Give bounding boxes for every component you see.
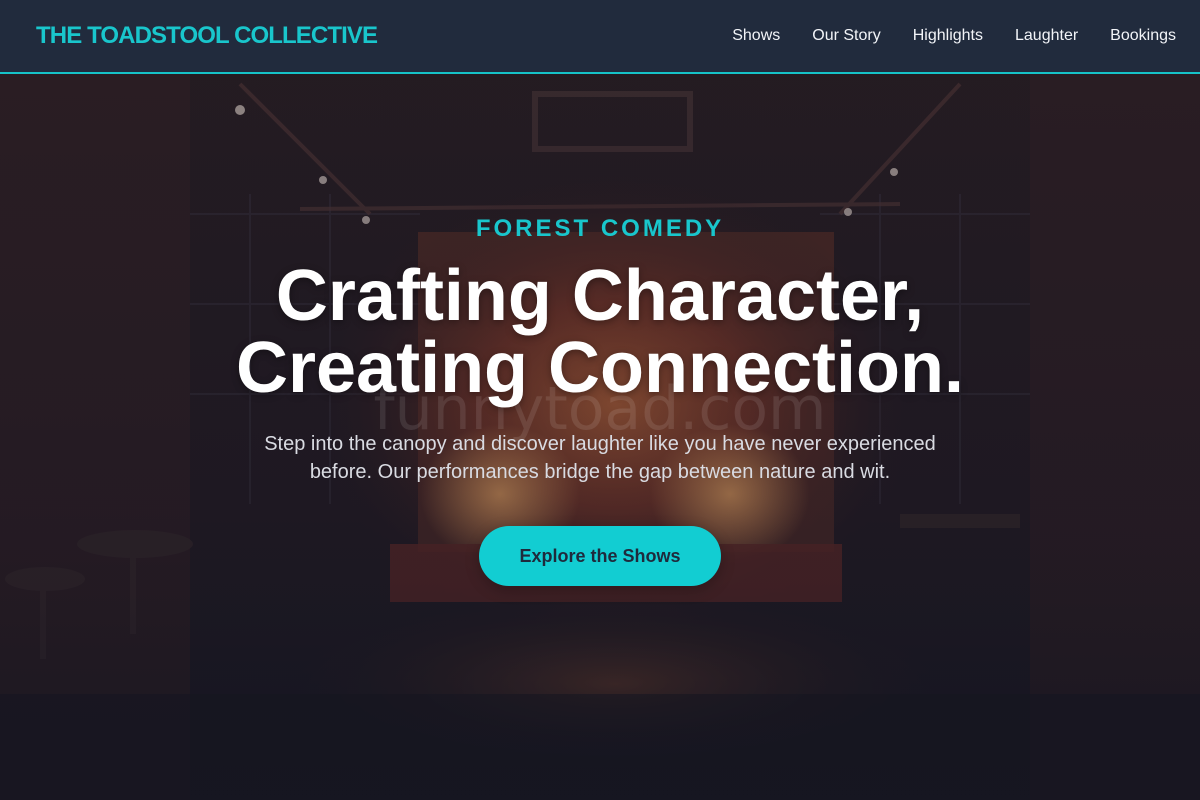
nav-item-bookings[interactable]: Bookings [1110,27,1176,45]
brand-logo-link[interactable]: THE TOADSTOOL COLLECTIVE [36,22,378,50]
hero-section: funnytoad.com FOREST COMEDY Crafting Cha… [0,74,1200,800]
explore-shows-button[interactable]: Explore the Shows [479,526,721,586]
nav-item-highlights[interactable]: Highlights [913,27,983,45]
nav-item-laughter[interactable]: Laughter [1015,27,1078,45]
nav-item-our-story[interactable]: Our Story [812,27,880,45]
hero-eyebrow: FOREST COMEDY [475,215,725,242]
hero-description: Step into the canopy and discover laught… [264,433,936,483]
main-nav: Shows Our Story Highlights Laughter Book… [732,27,1176,45]
hero-title: Crafting Character, Creating Connection. [150,260,1050,404]
hero-title-line-2: Creating Connection. [235,328,964,408]
nav-item-shows[interactable]: Shows [732,27,780,45]
site-header: THE TOADSTOOL COLLECTIVE Shows Our Story… [0,0,1200,74]
hero-title-line-1: Crafting Character, [275,256,925,336]
